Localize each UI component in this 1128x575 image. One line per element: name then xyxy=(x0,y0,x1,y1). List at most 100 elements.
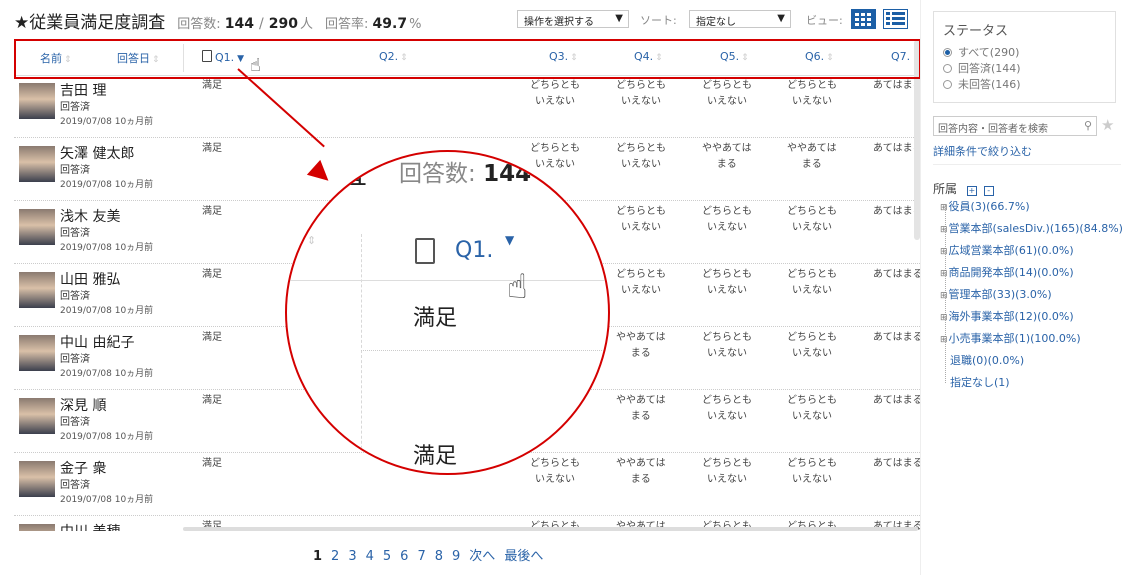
clipboard-icon xyxy=(415,238,435,264)
avatar xyxy=(19,524,55,531)
answer-q6: どちらとも いえない xyxy=(787,395,837,422)
department-item[interactable]: ⊞商品開発本部(14)(0.0%) xyxy=(940,264,1074,280)
department-item[interactable]: ⊞営業本部(salesDiv.)(165)(84.8%) xyxy=(940,220,1123,236)
expand-icon[interactable]: ⊞ xyxy=(940,269,948,279)
answer-q3: どちらとも いえない xyxy=(530,143,580,170)
respondent-name[interactable]: 浅木 友美 xyxy=(60,206,120,226)
respondent-name[interactable]: 金子 衆 xyxy=(60,458,106,478)
radio-icon xyxy=(943,48,952,57)
next-page-link[interactable]: 次へ xyxy=(469,549,495,564)
answer-q1: 満足 xyxy=(202,143,222,154)
page-link[interactable]: 9 xyxy=(452,549,460,564)
respondent-name[interactable]: 山田 雅弘 xyxy=(60,269,120,289)
horizontal-scrollbar[interactable] xyxy=(183,527,918,531)
department-item[interactable]: ⊞広域営業本部(61)(0.0%) xyxy=(940,242,1074,258)
avatar xyxy=(19,83,55,119)
answer-q6: どちらとも いえない xyxy=(787,269,837,296)
status-radio-unanswered[interactable]: 未回答(146) xyxy=(943,76,1021,92)
status-radio-all[interactable]: すべて(290) xyxy=(943,44,1019,60)
highlight-box xyxy=(14,39,921,79)
page-link[interactable]: 2 xyxy=(331,549,339,564)
response-status: 回答済 xyxy=(60,480,90,491)
avatar xyxy=(19,335,55,371)
response-status: 回答済 xyxy=(60,354,90,365)
search-input[interactable]: 回答内容・回答者を検索 ⚲ xyxy=(933,116,1097,136)
sidebar-divider xyxy=(920,0,921,575)
sidebar-rule xyxy=(933,164,1121,165)
response-date: 2019/07/08 10ヵ月前 xyxy=(60,369,154,379)
avatar xyxy=(19,461,55,497)
response-date: 2019/07/08 10ヵ月前 xyxy=(60,495,154,505)
respondent-name[interactable]: 中山 由紀子 xyxy=(60,332,134,352)
pointer-hand-icon: ☝ xyxy=(507,267,528,307)
list-view-button[interactable] xyxy=(883,9,908,29)
response-date: 2019/07/08 10ヵ月前 xyxy=(60,117,154,127)
answer-q7: あてはまる xyxy=(873,80,920,91)
department-item[interactable]: ⊞海外事業本部(12)(0.0%) xyxy=(940,308,1074,324)
response-status: 回答済 xyxy=(60,291,90,302)
sort-select[interactable]: 指定なし ▼ xyxy=(689,10,791,28)
expand-icon[interactable]: ⊞ xyxy=(940,225,948,235)
expand-icon[interactable]: ⊞ xyxy=(940,291,948,301)
view-label: ビュー: xyxy=(806,14,843,27)
department-item[interactable]: ⊞管理本部(33)(3.0%) xyxy=(940,286,1052,302)
page-link[interactable]: 1 xyxy=(313,549,322,564)
page-header: ★従業員満足度調査 回答数: 144 / 290 人 回答率: 49.7% xyxy=(14,8,421,33)
expand-icon[interactable]: ⊞ xyxy=(940,203,948,213)
advanced-filter-link[interactable]: 詳細条件で絞り込む xyxy=(933,143,1032,159)
expand-icon[interactable]: ⊞ xyxy=(940,335,948,345)
department-item[interactable]: ⊞小売事業本部(1)(100.0%) xyxy=(940,330,1081,346)
answer-q4: どちらとも いえない xyxy=(616,206,666,233)
answer-q5: どちらとも いえない xyxy=(702,395,752,422)
department-item[interactable]: 指定なし(1) xyxy=(950,374,1010,390)
department-heading: 所属 + - xyxy=(933,180,994,197)
page-link[interactable]: 5 xyxy=(383,549,391,564)
collapse-all-button[interactable]: - xyxy=(983,186,994,196)
answer-q7: あてはまる xyxy=(873,269,920,280)
respondent-name[interactable]: 深見 順 xyxy=(60,395,106,415)
answer-q4: ややあては まる xyxy=(616,458,666,485)
page-link[interactable]: 8 xyxy=(435,549,443,564)
response-status: 回答済 xyxy=(60,417,90,428)
status-title: ステータス xyxy=(943,24,1009,39)
page-link[interactable]: 3 xyxy=(348,549,356,564)
search-icon: ⚲ xyxy=(1083,119,1092,132)
magnifier-callout: 査 回答数: 144 ⇕ Q1. ▼ 満足 満足 ☝ xyxy=(285,150,610,475)
response-status: 回答済 xyxy=(60,165,90,176)
avatar xyxy=(19,272,55,308)
magnified-cell-value: 満足 xyxy=(413,444,458,469)
answer-q1: 満足 xyxy=(202,206,222,217)
answer-q5: どちらとも いえない xyxy=(702,269,752,296)
answer-q6: どちらとも いえない xyxy=(787,206,837,233)
respondent-name[interactable]: 矢澤 健太郎 xyxy=(60,143,134,163)
respondent-name[interactable]: 中川 美穂 xyxy=(60,521,120,531)
page-link[interactable]: 4 xyxy=(366,549,374,564)
sort-down-icon: ▼ xyxy=(505,233,515,247)
answer-q4: どちらとも いえない xyxy=(616,269,666,296)
answer-q7: あてはまる xyxy=(873,458,920,469)
action-select[interactable]: 操作を選択する ▼ xyxy=(517,10,629,28)
page-title: ★従業員満足度調査 xyxy=(14,13,166,33)
response-date: 2019/07/08 10ヵ月前 xyxy=(60,432,154,442)
page-link[interactable]: 6 xyxy=(400,549,408,564)
department-item[interactable]: ⊞役員(3)(66.7%) xyxy=(940,198,1030,214)
avatar xyxy=(19,209,55,245)
magnified-column-divider xyxy=(361,234,362,473)
star-icon[interactable]: ★ xyxy=(1101,116,1114,134)
expand-all-button[interactable]: + xyxy=(966,186,977,196)
status-radio-answered[interactable]: 回答済(144) xyxy=(943,60,1021,76)
page-link[interactable]: 7 xyxy=(417,549,425,564)
answer-q4: どちらとも いえない xyxy=(616,143,666,170)
table-row[interactable]: 吉田 理回答済 2019/07/08 10ヵ月前 満足 どちらとも いえない どちらとも… xyxy=(14,76,920,138)
respondent-name[interactable]: 吉田 理 xyxy=(60,80,106,100)
last-page-link[interactable]: 最後へ xyxy=(504,549,543,564)
department-item[interactable]: 退職(0)(0.0%) xyxy=(950,352,1024,368)
answer-q6: ややあては まる xyxy=(787,143,837,170)
tile-view-icon xyxy=(855,13,871,26)
answer-q1: 満足 xyxy=(202,269,222,280)
expand-icon[interactable]: ⊞ xyxy=(940,247,948,257)
magnified-sort-icon: ⇕ xyxy=(307,234,317,247)
expand-icon[interactable]: ⊞ xyxy=(940,313,948,323)
tile-view-button[interactable] xyxy=(851,9,876,29)
answer-q3: どちらとも いえない xyxy=(530,458,580,485)
